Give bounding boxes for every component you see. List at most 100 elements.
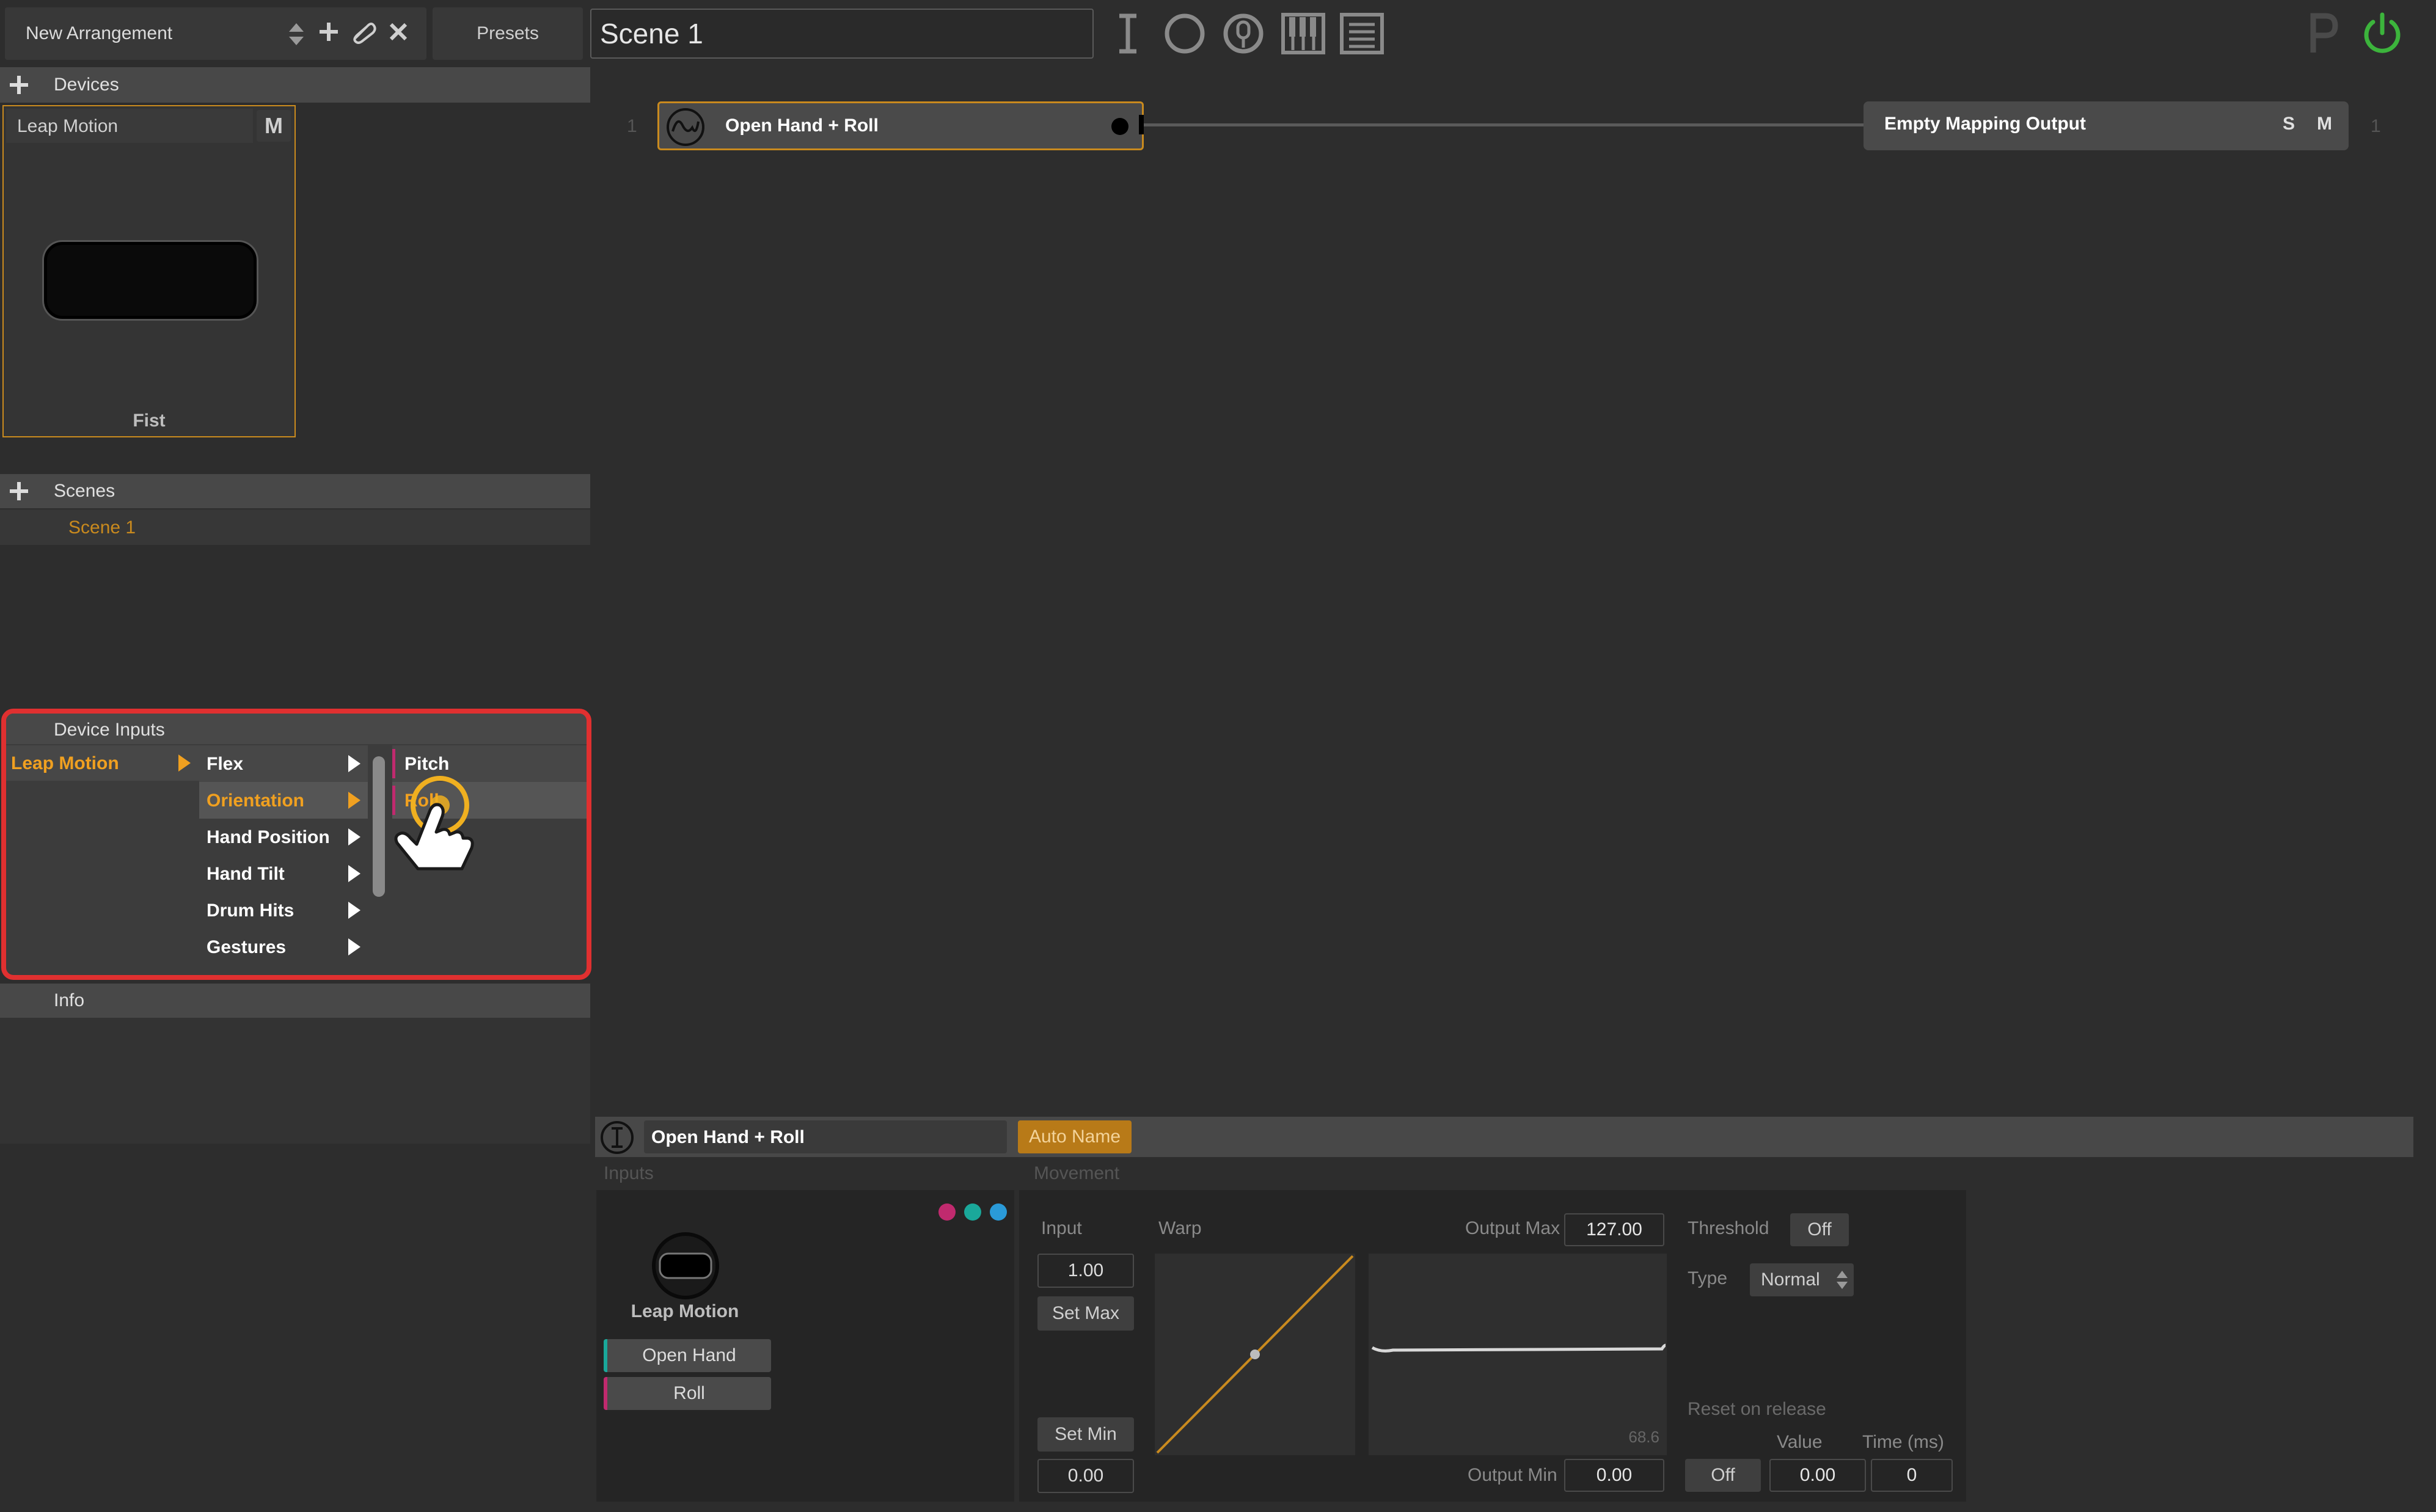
type-value: Normal xyxy=(1761,1269,1820,1290)
device-column-label: Leap Motion xyxy=(11,753,119,773)
output-min-field[interactable]: 0.00 xyxy=(1564,1459,1664,1492)
category-item-drum-hits[interactable]: Drum Hits xyxy=(199,892,368,929)
input-dot-3 xyxy=(990,1203,1007,1221)
category-label: Orientation xyxy=(207,791,305,811)
device-mute-button[interactable]: M xyxy=(257,110,291,142)
set-min-button[interactable]: Set Min xyxy=(1037,1417,1134,1452)
reset-value: 0.00 xyxy=(1799,1465,1836,1485)
paperclip-icon[interactable] xyxy=(351,20,376,44)
connection-end-left xyxy=(1139,115,1144,134)
list-icon[interactable] xyxy=(1339,12,1384,55)
mic-icon[interactable] xyxy=(1222,12,1265,55)
inputs-panel: Leap Motion Open Hand Roll xyxy=(596,1190,1014,1502)
device-card[interactable]: Leap Motion M Fist xyxy=(2,105,296,437)
category-item-hand-position[interactable]: Hand Position xyxy=(199,819,368,855)
output-solo-button[interactable]: S xyxy=(2283,114,2295,134)
input-label: Input xyxy=(1041,1218,1082,1238)
inspector-header: Open Hand + Roll Auto Name xyxy=(595,1117,2413,1157)
device-mute-label: M xyxy=(265,113,283,138)
scenes-header: Scenes xyxy=(0,474,590,508)
connection-line[interactable] xyxy=(1140,123,1866,126)
min-value-field[interactable]: 0.00 xyxy=(1037,1459,1134,1493)
close-icon[interactable] xyxy=(389,22,408,42)
category-item-orientation[interactable]: Orientation xyxy=(199,782,368,819)
circle-icon[interactable] xyxy=(1163,12,1206,55)
device-card-name: Leap Motion xyxy=(17,116,119,136)
devices-header: Devices xyxy=(0,67,590,103)
movement-panel: Input 1.00 Set Max Set Min 0.00 Warp Out… xyxy=(1019,1190,1966,1502)
set-max-button[interactable]: Set Max xyxy=(1037,1296,1134,1331)
input-value: 1.00 xyxy=(1067,1260,1104,1280)
output-node-label: Empty Mapping Output xyxy=(1884,114,2086,134)
scene-title-field[interactable]: Scene 1 xyxy=(590,9,1094,59)
input-node-label: Open Hand + Roll xyxy=(725,115,879,136)
auto-name-button[interactable]: Auto Name xyxy=(1018,1120,1132,1153)
mapping-name: Open Hand + Roll xyxy=(651,1127,805,1147)
output-node[interactable]: Empty Mapping Output S M xyxy=(1864,101,2349,150)
warp-curve xyxy=(1156,1255,1354,1454)
devices-title: Devices xyxy=(54,75,119,95)
add-device-icon[interactable] xyxy=(9,75,29,95)
type-label: Type xyxy=(1688,1268,1728,1288)
output-min-value: 0.00 xyxy=(1596,1465,1633,1485)
device-card-header: Leap Motion xyxy=(6,109,253,143)
mapping-canvas[interactable] xyxy=(594,66,2428,1111)
device-expand-arrow-icon xyxy=(178,754,191,772)
gesture-visual xyxy=(44,242,257,319)
inputs-device-name: Leap Motion xyxy=(631,1301,739,1321)
type-select[interactable]: Normal xyxy=(1750,1263,1854,1296)
category-item-gestures[interactable]: Gestures xyxy=(199,929,368,965)
category-label: Drum Hits xyxy=(207,900,294,921)
gesture-device-icon xyxy=(650,1230,721,1301)
device-inputs-header: Device Inputs xyxy=(6,714,587,744)
device-column-item[interactable]: Leap Motion xyxy=(6,745,199,781)
threshold-toggle[interactable]: Off xyxy=(1790,1213,1849,1246)
row-number-left: 1 xyxy=(627,116,637,136)
reset-label: Reset on release xyxy=(1688,1399,1826,1419)
reset-time-field[interactable]: 0 xyxy=(1871,1459,1953,1492)
threshold-label: Threshold xyxy=(1688,1218,1769,1238)
category-label: Gestures xyxy=(207,937,287,957)
input-value-field[interactable]: 1.00 xyxy=(1037,1254,1134,1288)
power-icon[interactable] xyxy=(2360,11,2405,56)
input-tag-label: Open Hand xyxy=(642,1345,736,1365)
p-icon[interactable] xyxy=(2307,12,2340,55)
input-node[interactable]: Open Hand + Roll xyxy=(657,101,1144,150)
hand-pointer-icon xyxy=(379,771,483,875)
gesture-label: Fist xyxy=(133,411,166,431)
presets-button[interactable]: Presets xyxy=(433,7,583,60)
info-title: Info xyxy=(54,990,85,1010)
input-tag-label: Roll xyxy=(673,1383,705,1403)
text-cursor-icon[interactable] xyxy=(1113,13,1143,54)
inputs-section-label: Inputs xyxy=(604,1163,654,1183)
input-tag-open-hand[interactable]: Open Hand xyxy=(604,1339,771,1372)
scene-item-label: Scene 1 xyxy=(68,517,136,538)
output-graph: 68.6 xyxy=(1369,1254,1667,1455)
info-body xyxy=(0,1018,590,1144)
set-max-label: Set Max xyxy=(1052,1303,1120,1323)
chevron-right-icon xyxy=(348,865,360,882)
input-node-port[interactable] xyxy=(1111,118,1128,135)
input-tag-roll[interactable]: Roll xyxy=(604,1377,771,1410)
category-item-hand-tilt[interactable]: Hand Tilt xyxy=(199,855,368,892)
reset-toggle[interactable]: Off xyxy=(1685,1459,1761,1492)
category-item-flex[interactable]: Flex xyxy=(199,745,368,782)
stepper-arrows-icon[interactable] xyxy=(287,22,305,46)
mapping-name-field[interactable]: Open Hand + Roll xyxy=(644,1120,1007,1153)
reset-state: Off xyxy=(1711,1465,1735,1485)
add-icon[interactable] xyxy=(318,21,340,43)
piano-icon[interactable] xyxy=(1281,12,1326,55)
reset-time: 0 xyxy=(1906,1465,1917,1485)
warp-graph[interactable] xyxy=(1155,1254,1355,1455)
output-min-label: Output Min xyxy=(1468,1465,1557,1485)
output-mute-button[interactable]: M xyxy=(2317,114,2332,134)
scenes-title: Scenes xyxy=(54,481,115,501)
presets-label: Presets xyxy=(477,23,539,43)
add-scene-icon[interactable] xyxy=(9,481,29,502)
auto-name-label: Auto Name xyxy=(1028,1127,1121,1147)
chevron-right-icon xyxy=(348,828,360,845)
reset-value-field[interactable]: 0.00 xyxy=(1769,1459,1866,1492)
scene-list-item[interactable]: Scene 1 xyxy=(0,509,590,545)
output-max-field[interactable]: 127.00 xyxy=(1564,1213,1664,1246)
category-label: Hand Position xyxy=(207,827,330,847)
